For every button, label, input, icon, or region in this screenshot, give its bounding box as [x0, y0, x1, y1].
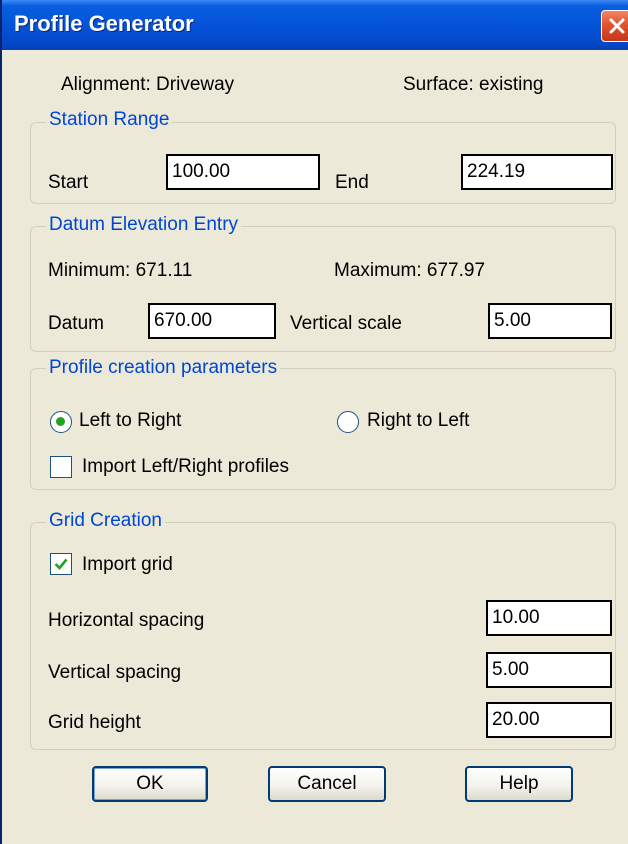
- profile-generator-dialog: Profile Generator Alignment: Driveway Su…: [0, 0, 628, 844]
- radio-selected-dot: [56, 417, 65, 426]
- checkmark-icon: [54, 558, 68, 570]
- end-station-input[interactable]: [461, 154, 613, 190]
- horizontal-spacing-input[interactable]: [486, 600, 612, 636]
- end-label: End: [335, 172, 369, 193]
- import-left-right-checkbox[interactable]: [50, 456, 72, 478]
- maximum-elevation-label: Maximum: 677.97: [334, 260, 486, 281]
- import-grid-label[interactable]: Import grid: [82, 554, 173, 576]
- left-to-right-label[interactable]: Left to Right: [79, 410, 181, 432]
- close-button[interactable]: [601, 10, 628, 42]
- start-label: Start: [48, 172, 89, 193]
- minimum-elevation-label: Minimum: 671.11: [48, 260, 193, 281]
- right-to-left-label[interactable]: Right to Left: [367, 410, 469, 432]
- grid-height-input[interactable]: [486, 702, 612, 738]
- grid-height-label: Grid height: [48, 712, 141, 733]
- profile-parameters-legend: Profile creation parameters: [46, 357, 281, 379]
- close-icon: [609, 18, 625, 34]
- vertical-spacing-label: Vertical spacing: [48, 662, 182, 683]
- window-title: Profile Generator: [14, 11, 194, 36]
- left-to-right-radio[interactable]: [50, 411, 72, 433]
- right-to-left-radio[interactable]: [337, 411, 359, 433]
- datum-input[interactable]: [148, 303, 276, 339]
- cancel-button[interactable]: Cancel: [268, 766, 386, 802]
- grid-creation-legend: Grid Creation: [46, 510, 165, 532]
- datum-label: Datum: [48, 313, 104, 334]
- help-button[interactable]: Help: [465, 766, 573, 802]
- ok-button[interactable]: OK: [92, 766, 208, 802]
- surface-label: Surface: existing: [403, 74, 544, 95]
- vertical-scale-input[interactable]: [488, 303, 612, 339]
- title-bar[interactable]: Profile Generator: [2, 0, 628, 50]
- import-left-right-label[interactable]: Import Left/Right profiles: [82, 456, 289, 478]
- horizontal-spacing-label: Horizontal spacing: [48, 610, 205, 631]
- datum-elevation-legend: Datum Elevation Entry: [46, 214, 242, 236]
- vertical-scale-label: Vertical scale: [290, 313, 402, 334]
- vertical-spacing-input[interactable]: [486, 652, 612, 688]
- station-range-legend: Station Range: [46, 109, 173, 131]
- start-station-input[interactable]: [166, 154, 320, 190]
- import-grid-checkbox[interactable]: [50, 553, 72, 575]
- alignment-label: Alignment: Driveway: [61, 74, 235, 95]
